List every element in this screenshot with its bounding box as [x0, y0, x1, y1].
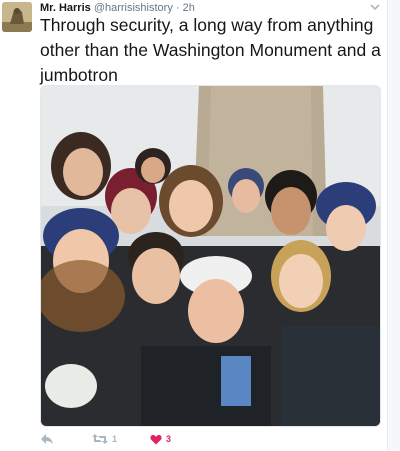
- tweet-actions: 1 3: [40, 431, 340, 447]
- avatar-image: [2, 2, 32, 32]
- tweet-card[interactable]: Mr. Harris @harrisishistory · 2h Through…: [0, 0, 388, 451]
- retweet-icon: [92, 433, 108, 445]
- group-selfie-image: [41, 86, 380, 426]
- reply-icon: [40, 433, 54, 445]
- like-button[interactable]: 3: [150, 431, 171, 447]
- like-count: 3: [166, 434, 172, 444]
- author-avatar[interactable]: [2, 2, 32, 32]
- retweet-button[interactable]: 1: [92, 431, 117, 447]
- retweet-count: 1: [112, 434, 118, 444]
- tweet-photo[interactable]: [40, 85, 381, 427]
- reply-button[interactable]: [40, 431, 54, 447]
- chevron-down-icon[interactable]: [369, 0, 381, 12]
- heart-icon: [150, 434, 162, 445]
- page-scroll-rail[interactable]: [387, 0, 400, 451]
- tweet-text: Through security, a long way from anythi…: [40, 15, 381, 85]
